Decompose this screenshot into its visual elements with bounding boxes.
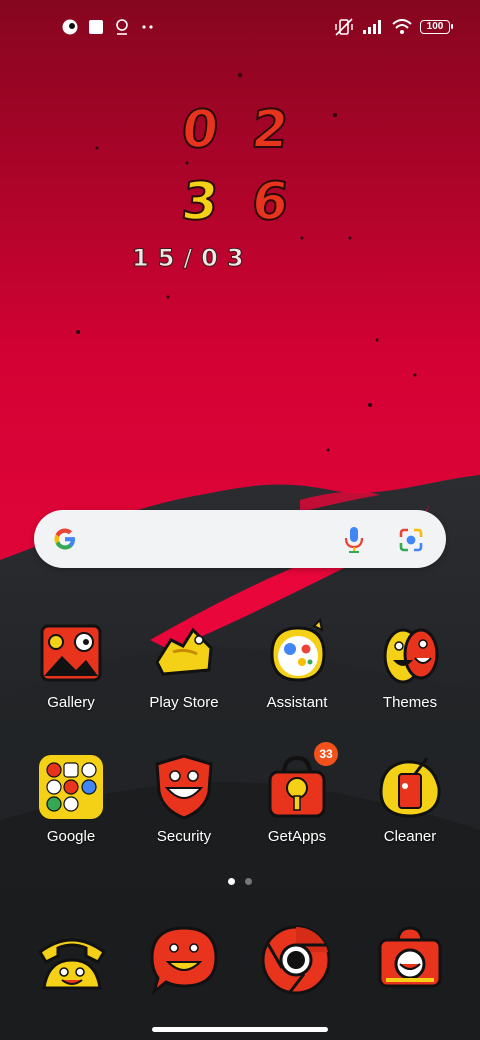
battery-indicator: 100 xyxy=(420,20,453,34)
google-folder-icon xyxy=(39,755,103,819)
dock-camera[interactable] xyxy=(372,922,448,998)
camera-icon xyxy=(378,926,442,988)
themes-icon xyxy=(383,628,439,684)
app-label: Gallery xyxy=(47,694,95,711)
system-icons: 100 xyxy=(334,17,453,37)
page-dot[interactable] xyxy=(245,878,252,885)
phone-icon xyxy=(38,938,106,990)
vibrate-off-icon xyxy=(335,18,353,36)
app-play-store[interactable]: Play Store xyxy=(128,618,240,728)
google-search-bar[interactable] xyxy=(34,510,446,568)
notification-icons xyxy=(62,18,156,36)
mic-icon[interactable] xyxy=(342,526,366,554)
app-themes[interactable]: Themes xyxy=(354,618,466,728)
page-dot-active[interactable] xyxy=(228,878,235,885)
square-icon xyxy=(89,20,103,34)
play-store-icon xyxy=(155,627,213,676)
app-label: Security xyxy=(156,828,212,845)
chrome-icon xyxy=(261,925,331,995)
app-cleaner[interactable]: Cleaner xyxy=(354,752,466,862)
clock-hour-digit-1: 0 xyxy=(178,99,222,161)
google-g-icon xyxy=(54,528,75,550)
dock-messages[interactable] xyxy=(146,922,222,998)
app-label: Themes xyxy=(382,694,438,711)
app-assistant[interactable]: Assistant xyxy=(241,618,353,728)
cleaner-icon xyxy=(379,757,441,818)
dock-chrome[interactable] xyxy=(258,922,334,998)
app-label: GetApps xyxy=(267,828,327,845)
app-notification-icon xyxy=(62,19,78,35)
notification-badge: 33 xyxy=(314,742,338,766)
app-getapps[interactable]: GetApps xyxy=(241,752,353,862)
app-label: Play Store xyxy=(149,694,219,711)
assistant-icon xyxy=(270,618,326,682)
app-gallery[interactable]: Gallery xyxy=(15,618,127,728)
dock-phone[interactable] xyxy=(34,922,110,998)
wifi-icon xyxy=(392,19,412,34)
signal-icon xyxy=(363,20,381,34)
app-label: Google xyxy=(46,828,96,845)
app-security[interactable]: Security xyxy=(128,752,240,862)
security-icon xyxy=(155,754,213,820)
messages-icon xyxy=(150,926,218,997)
clock-hour-digit-2: 2 xyxy=(248,99,292,161)
app-google-folder[interactable]: Google xyxy=(15,752,127,862)
clock-minute-digit-2: 6 xyxy=(248,171,292,233)
location-icon xyxy=(116,19,128,35)
gesture-bar[interactable] xyxy=(152,1027,328,1032)
lens-icon[interactable] xyxy=(398,527,424,553)
clock-minute-digit-1: 3 xyxy=(178,171,222,233)
clock-date: 15/03 xyxy=(132,244,253,273)
more-dots-icon xyxy=(142,25,153,29)
app-label: Cleaner xyxy=(383,828,437,845)
page-indicator[interactable] xyxy=(228,878,252,885)
gallery-icon xyxy=(40,624,102,682)
app-label: Assistant xyxy=(266,694,328,711)
status-bar: 100 xyxy=(0,0,480,56)
